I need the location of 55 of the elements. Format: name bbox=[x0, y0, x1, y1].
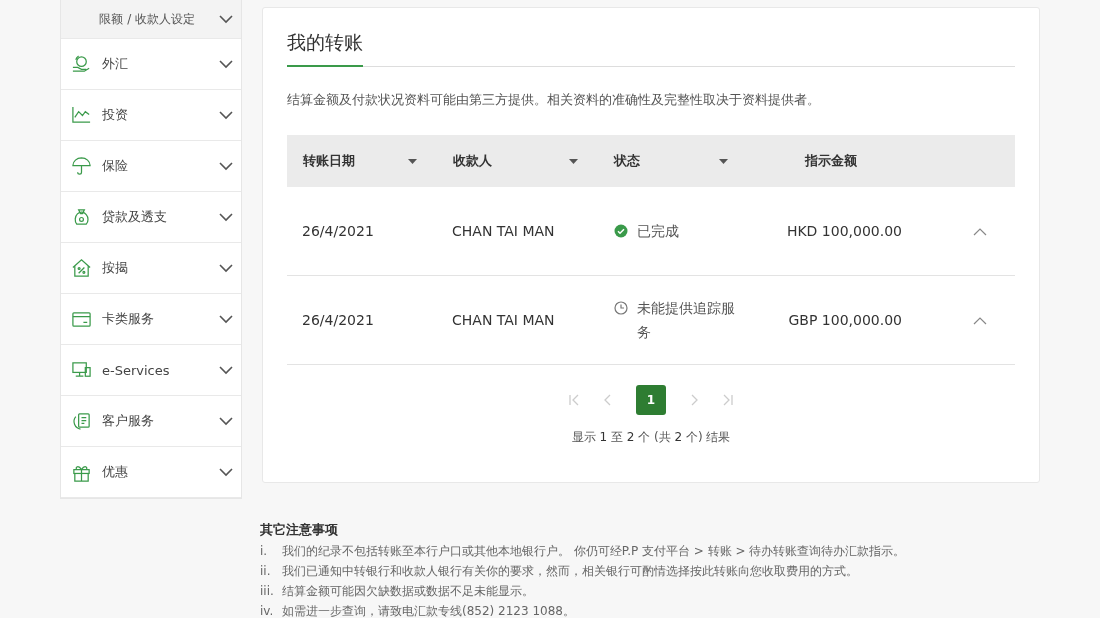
table-cell: GBP 100,000.00 bbox=[788, 312, 902, 328]
first-page-icon[interactable] bbox=[568, 394, 580, 406]
sidebar-item[interactable]: 按揭 bbox=[61, 243, 241, 294]
chevron-down-icon bbox=[219, 59, 233, 69]
table-cell: CHAN TAI MAN bbox=[452, 223, 555, 239]
currency-hand-icon bbox=[71, 53, 92, 75]
sidebar-item[interactable]: 贷款及透支 bbox=[61, 192, 241, 243]
umbrella-icon bbox=[71, 155, 92, 177]
status-text: 未能提供追踪服务 bbox=[637, 299, 736, 342]
chevron-down-icon bbox=[219, 263, 233, 273]
column-header[interactable]: 状态 bbox=[598, 152, 748, 170]
sidebar-item[interactable]: e-Services bbox=[61, 345, 241, 396]
table-cell: 26/4/2021 bbox=[302, 223, 374, 239]
chevron-down-icon bbox=[219, 212, 233, 222]
results-summary: 显示 1 至 2 个 (共 2 个) 结果 bbox=[570, 429, 732, 446]
list-marker: i. bbox=[260, 544, 269, 558]
note-text: 结算金额可能因欠缺数据或数据不足未能显示。 bbox=[282, 582, 534, 600]
column-header[interactable]: 转账日期 bbox=[287, 152, 437, 170]
sidebar-item[interactable]: 外汇 bbox=[61, 39, 241, 90]
chevron-up-icon[interactable] bbox=[973, 317, 987, 325]
line-chart-icon bbox=[71, 104, 92, 126]
last-page-icon[interactable] bbox=[722, 394, 734, 406]
chevron-down-icon bbox=[219, 416, 233, 426]
house-percent-icon bbox=[71, 257, 92, 279]
notice-text: 结算金额及付款状况资料可能由第三方提供。相关资料的准确性及完整性取决于资料提供者。 bbox=[287, 91, 821, 109]
table-cell: HKD 100,000.00 bbox=[786, 223, 902, 239]
table-cell: 26/4/2021 bbox=[302, 312, 374, 328]
sidebar-item[interactable]: 卡类服务 bbox=[61, 294, 241, 345]
check-circle-icon bbox=[614, 224, 628, 238]
page-button[interactable]: 1 bbox=[636, 385, 666, 415]
sidebar-item[interactable]: 优惠 bbox=[61, 447, 241, 498]
chevron-down-icon bbox=[219, 161, 233, 171]
note-text: 如需进一步查询，请致电汇款专线(852) 2123 1088。 bbox=[282, 602, 575, 618]
chevron-down-icon bbox=[219, 467, 233, 477]
clock-icon bbox=[614, 301, 628, 315]
column-header[interactable]: 收款人 bbox=[437, 152, 598, 170]
sidebar-item[interactable]: 投资 bbox=[61, 90, 241, 141]
table-cell: CHAN TAI MAN bbox=[452, 312, 555, 328]
note-text: 我们的纪录不包括转账至本行户口或其他本地银行户。 你仍可经P.P 支付平台 > 转账 > 待办转账查询待办汇款指示。 bbox=[282, 542, 906, 560]
chevron-down-icon bbox=[219, 110, 233, 120]
column-header: 指示金额 bbox=[805, 152, 857, 170]
sidebar-item[interactable]: 保险 bbox=[61, 141, 241, 192]
chevron-down-icon bbox=[219, 365, 233, 375]
notes-title: 其它注意事项 bbox=[260, 521, 339, 539]
status-text: 已完成 bbox=[637, 222, 680, 241]
chevron-up-icon[interactable] bbox=[973, 228, 987, 236]
phone-document-icon bbox=[71, 410, 92, 432]
sidebar-item[interactable]: 客户服务 bbox=[61, 396, 241, 447]
section-tab[interactable]: 我的转账 bbox=[287, 28, 363, 67]
chevron-down-icon bbox=[219, 14, 233, 24]
list-marker: ii. bbox=[260, 564, 272, 578]
chevron-down-icon bbox=[219, 314, 233, 324]
note-text: 我们已通知中转银行和收款人银行有关你的要求，然而，相关银行可酌情选择按此转账向您收取费用的方式。 bbox=[282, 562, 858, 580]
list-marker: iv. bbox=[260, 604, 275, 618]
list-marker: iii. bbox=[260, 584, 275, 598]
